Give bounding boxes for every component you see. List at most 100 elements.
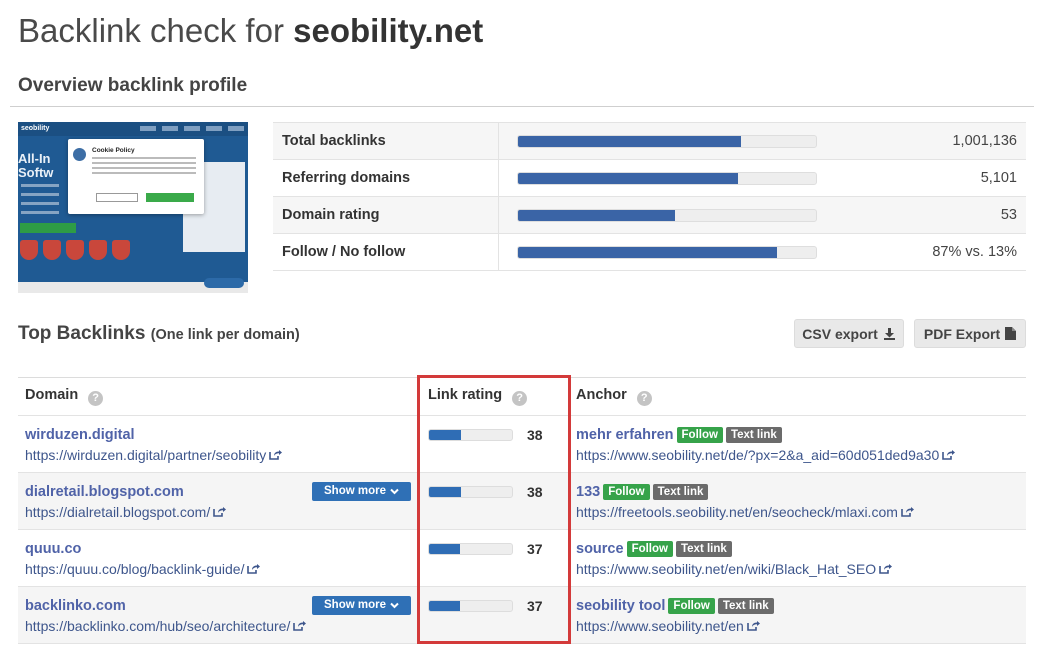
stat-bar-fill (517, 246, 777, 258)
external-link-icon[interactable] (747, 620, 760, 634)
link-rating-value: 37 (527, 540, 543, 557)
backlink-stats-table: Total backlinks 1,001,136 Referring domain… (273, 122, 1026, 271)
anchor-target-url[interactable]: https://www.seobility.net/de/?px=2&a_aid… (576, 447, 1026, 463)
stat-bar-fill (517, 172, 739, 184)
section-divider (10, 106, 1034, 107)
preview-cta-button (20, 223, 76, 233)
preview-bullets (21, 184, 61, 220)
link-rating-bar-fill (429, 429, 461, 440)
anchor-target-url[interactable]: https://www.seobility.net/en/wiki/Black_… (576, 561, 1026, 577)
chevron-down-icon (390, 488, 399, 494)
stat-bar (516, 208, 817, 222)
external-link-icon[interactable] (901, 506, 914, 520)
table-row: dialretail.blogspot.com https://dialretai… (18, 472, 1026, 530)
cookie-settings-button (96, 193, 138, 202)
stat-value: 87% vs. 13% (818, 233, 1026, 271)
stat-value: 5,101 (818, 159, 1026, 197)
help-icon[interactable]: ? (88, 390, 104, 406)
link-rating-bar (428, 485, 513, 498)
show-more-button[interactable]: Show more (312, 595, 411, 615)
backlink-url[interactable]: https://quuu.co/blog/backlink-guide/ (25, 561, 418, 577)
stat-label: Total backlinks (273, 122, 499, 160)
stat-bar-fill (517, 135, 741, 147)
cookie-accept-button (146, 193, 194, 202)
stat-bar (516, 134, 817, 148)
stats-row: Domain rating 53 (273, 196, 1026, 234)
anchor-target-url[interactable]: https://freetools.seobility.net/en/seoch… (576, 504, 1026, 520)
anchor-text[interactable]: source (576, 541, 624, 557)
link-rating-value: 37 (527, 597, 543, 614)
link-type-badge: Text link (725, 426, 782, 443)
stat-bar (516, 245, 817, 259)
backlink-url[interactable]: https://backlinko.com/hub/seo/architectu… (25, 618, 418, 634)
link-type-badge: Text link (717, 597, 774, 614)
cookie-text (92, 157, 196, 177)
anchor-text[interactable]: 133 (576, 484, 600, 500)
pdf-export-button[interactable]: PDF Export (914, 319, 1026, 348)
stat-label: Follow / No follow (273, 233, 499, 271)
website-preview-thumbnail: seobility All-In Softw Cookie Policy (18, 122, 248, 293)
link-rating-bar-fill (429, 600, 460, 611)
follow-badge: Follow (626, 540, 673, 557)
chevron-down-icon (390, 602, 399, 608)
top-backlinks-heading: Top Backlinks (One link per domain) (18, 323, 300, 344)
help-icon[interactable]: ? (512, 390, 528, 406)
anchor-text[interactable]: seobility tool (576, 598, 665, 614)
cookie-icon (73, 148, 86, 161)
backlink-url[interactable]: https://dialretail.blogspot.com/ (25, 504, 418, 520)
preview-chat-button (204, 278, 244, 288)
column-header-anchor: Anchor? (572, 378, 1026, 416)
page-title-domain: seobility.net (293, 12, 484, 49)
external-link-icon[interactable] (879, 563, 893, 577)
domain-link[interactable]: wirduzen.digital (25, 427, 418, 443)
external-link-icon[interactable] (213, 506, 227, 520)
show-more-button[interactable]: Show more (312, 481, 411, 501)
download-icon (883, 328, 895, 340)
follow-badge: Follow (603, 483, 650, 500)
top-backlinks-table: Domain? Link rating? Anchor? wirduzen.di… (18, 378, 1026, 644)
table-row: wirduzen.digital https://wirduzen.digital… (18, 415, 1026, 473)
stats-row: Referring domains 5,101 (273, 159, 1026, 197)
external-link-icon[interactable] (942, 449, 956, 463)
cookie-title: Cookie Policy (92, 147, 135, 154)
stats-row: Follow / No follow 87% vs. 13% (273, 233, 1026, 271)
overview-heading: Overview backlink profile (18, 75, 248, 96)
stats-row: Total backlinks 1,001,136 (273, 122, 1026, 160)
preview-logo: seobility (21, 125, 50, 132)
link-rating-bar-fill (429, 486, 461, 497)
domain-link[interactable]: quuu.co (25, 541, 418, 557)
link-rating-value: 38 (527, 483, 543, 500)
link-rating-bar (428, 599, 513, 612)
link-rating-bar (428, 428, 513, 441)
link-type-badge: Text link (652, 483, 709, 500)
backlink-url[interactable]: https://wirduzen.digital/partner/seobili… (25, 447, 418, 463)
link-rating-value: 38 (527, 426, 543, 443)
stat-bar (516, 171, 817, 185)
external-link-icon[interactable] (247, 563, 261, 577)
csv-export-button[interactable]: CSV export (794, 319, 904, 348)
anchor-target-url[interactable]: https://www.seobility.net/en (576, 618, 1026, 634)
column-header-link-rating: Link rating? (418, 378, 572, 416)
preview-hero-text: All-In Softw (18, 151, 54, 180)
stat-value: 53 (818, 196, 1026, 234)
table-header-row: Domain? Link rating? Anchor? (18, 378, 1026, 416)
top-backlinks-subheading: (One link per domain) (150, 327, 300, 343)
stat-label: Referring domains (273, 159, 499, 197)
follow-badge: Follow (676, 426, 723, 443)
table-row: backlinko.com https://backlinko.com/hub/s… (18, 586, 1026, 644)
table-row: quuu.co https://quuu.co/blog/backlink-gui… (18, 529, 1026, 587)
column-header-domain: Domain? (18, 378, 418, 416)
follow-badge: Follow (668, 597, 715, 614)
link-rating-bar-fill (429, 543, 460, 554)
stat-bar-fill (517, 209, 676, 221)
page-title: Backlink check for seobility.net (18, 12, 484, 49)
external-link-icon[interactable] (269, 449, 283, 463)
link-type-badge: Text link (675, 540, 732, 557)
stat-label: Domain rating (273, 196, 499, 234)
preview-nav (140, 126, 244, 131)
link-rating-bar (428, 542, 513, 555)
preview-badges (20, 240, 130, 260)
help-icon[interactable]: ? (636, 390, 652, 406)
anchor-text[interactable]: mehr erfahren (576, 427, 674, 443)
external-link-icon[interactable] (293, 620, 307, 634)
